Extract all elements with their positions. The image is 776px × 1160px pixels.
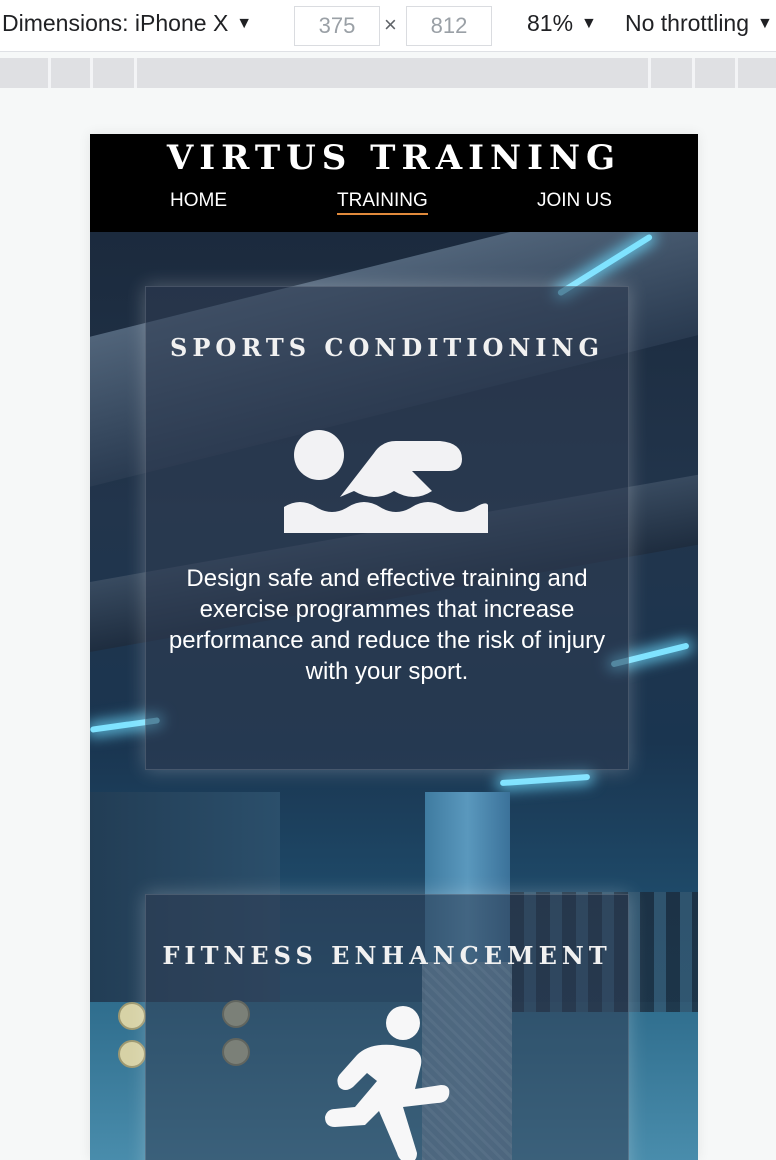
card-sports-conditioning: SPORTS CONDITIONING Design safe and effe…: [145, 286, 629, 770]
zoom-label: 81%: [527, 10, 574, 36]
ruler-divider: [134, 58, 137, 88]
devtools-device-toolbar: Dimensions: iPhone X ▼ 375 × 812 81% ▼ No …: [0, 0, 776, 52]
nav-home[interactable]: HOME: [170, 190, 227, 212]
ruler-divider: [735, 58, 738, 88]
throttling-select[interactable]: No throttling ▼: [625, 10, 773, 37]
brand-logo[interactable]: VIRTUS TRAINING: [90, 138, 698, 178]
ruler-divider: [90, 58, 93, 88]
wall-target: [118, 1040, 146, 1068]
times-sign: ×: [384, 12, 397, 37]
width-input[interactable]: 375: [294, 6, 380, 46]
ruler-divider: [692, 58, 695, 88]
card-description: Design safe and effective training and e…: [168, 565, 606, 685]
ruler-divider: [648, 58, 651, 88]
card-title: SPORTS CONDITIONING: [170, 333, 604, 362]
card-fitness-enhancement: FITNESS ENHANCEMENT: [145, 894, 629, 1160]
nav-join-us[interactable]: JOIN US: [537, 190, 612, 212]
ceiling-light: [499, 773, 591, 787]
ruler-divider: [48, 58, 51, 88]
throttling-label: No throttling: [625, 10, 750, 36]
runner-icon: [317, 1003, 457, 1160]
chevron-down-icon: ▼: [236, 15, 253, 32]
site-header: VIRTUS TRAINING HOME TRAINING JOIN US: [90, 134, 698, 232]
device-viewport: VIRTUS TRAINING HOME TRAINING JOIN US SP…: [90, 134, 698, 1160]
height-input[interactable]: 812: [406, 6, 492, 46]
chevron-down-icon: ▼: [581, 15, 597, 32]
wall-target: [118, 1002, 146, 1030]
zoom-select[interactable]: 81% ▼: [527, 10, 597, 37]
chevron-down-icon: ▼: [757, 15, 773, 32]
swimmer-icon: [282, 425, 492, 535]
card-title: FITNESS ENHANCEMENT: [162, 941, 612, 970]
device-dimensions-select[interactable]: Dimensions: iPhone X ▼: [2, 10, 252, 37]
media-query-ruler: [0, 58, 776, 88]
nav-training[interactable]: TRAINING: [337, 190, 428, 215]
device-dimensions-label: Dimensions: iPhone X: [2, 10, 229, 36]
